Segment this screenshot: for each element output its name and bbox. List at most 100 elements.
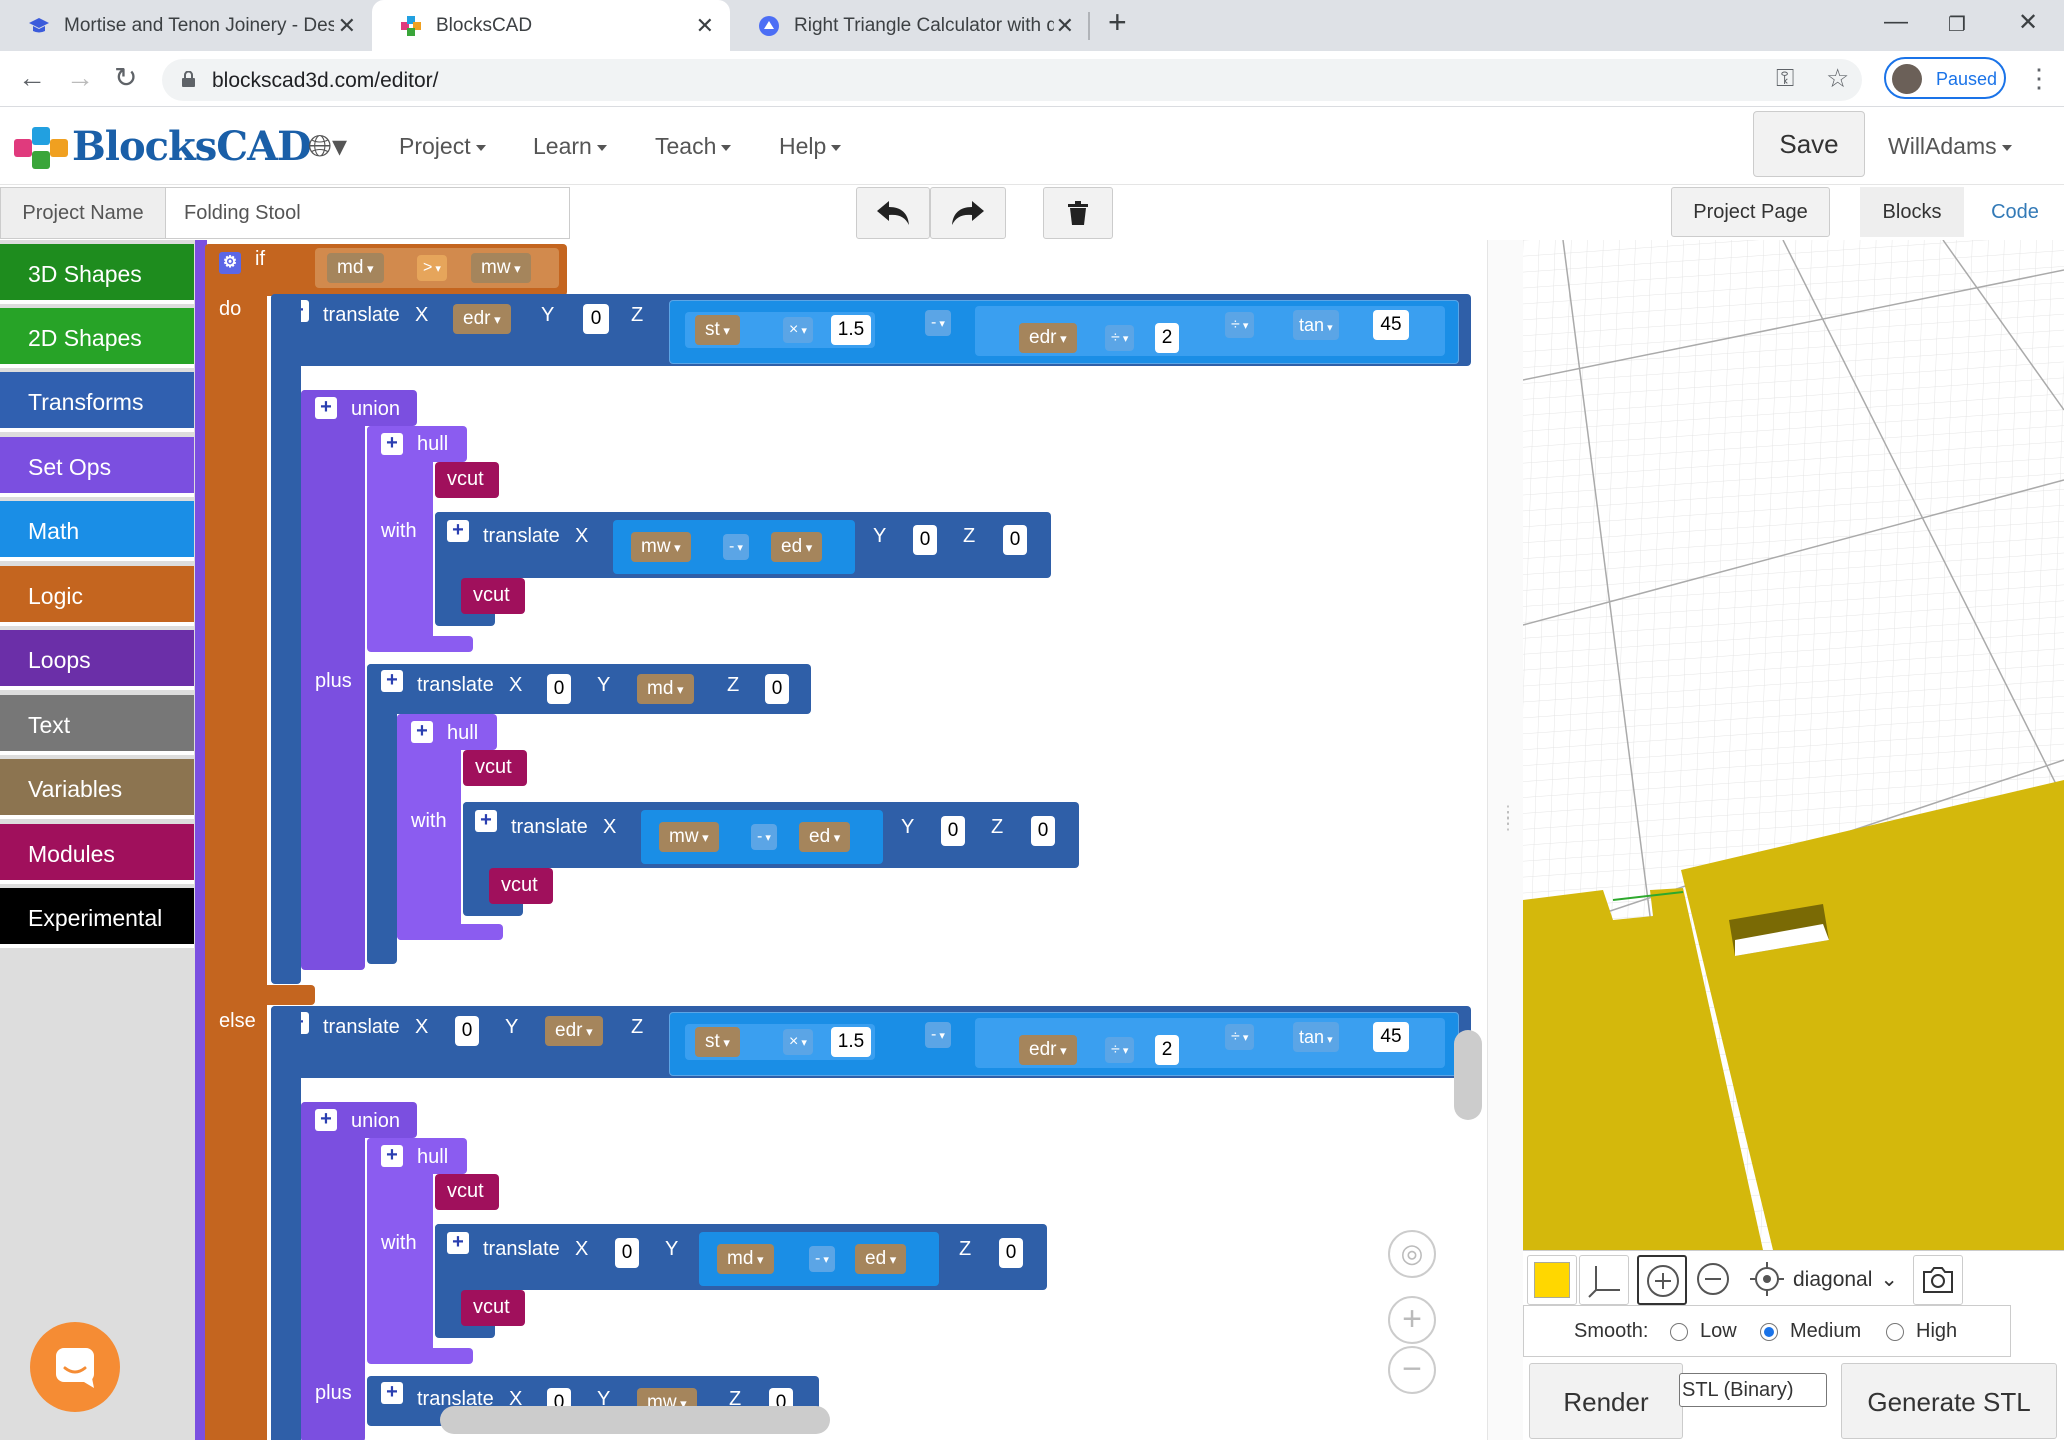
category-set-ops[interactable]: Set Ops	[0, 437, 194, 497]
expand-plus-icon[interactable]: +	[475, 810, 497, 832]
expand-plus-icon[interactable]: +	[315, 397, 337, 419]
menu-project[interactable]: Project	[399, 133, 486, 160]
tan-function[interactable]: tan	[1293, 1022, 1339, 1052]
number-field[interactable]: 0	[547, 674, 571, 704]
number-field[interactable]: 1.5	[831, 315, 871, 345]
delete-button[interactable]	[1043, 187, 1113, 239]
var-st[interactable]: st	[695, 1027, 740, 1057]
expand-plus-icon[interactable]: +	[381, 1382, 403, 1404]
more-menu-icon[interactable]: ⋮	[2026, 63, 2052, 93]
minus-operator[interactable]: -	[925, 1022, 951, 1048]
zoom-out-icon[interactable]: −	[1388, 1346, 1436, 1394]
category-math[interactable]: Math	[0, 501, 194, 561]
generate-stl-button[interactable]: Generate STL	[1841, 1363, 2057, 1439]
user-menu[interactable]: WillAdams	[1888, 133, 2012, 160]
var-md[interactable]: md	[327, 253, 384, 283]
tab-code[interactable]: Code	[1975, 187, 2055, 237]
multiply-operator[interactable]: ×	[783, 317, 813, 343]
close-tab-icon[interactable]: ✕	[1056, 13, 1074, 39]
star-icon[interactable]: ☆	[1826, 63, 1849, 94]
smooth-medium-radio[interactable]	[1760, 1323, 1778, 1341]
menu-learn[interactable]: Learn	[533, 133, 607, 160]
render-button[interactable]: Render	[1529, 1363, 1683, 1439]
reload-icon[interactable]: ↻	[114, 63, 137, 93]
restore-button[interactable]: ❐	[1948, 12, 1966, 37]
var-mw[interactable]: mw	[631, 532, 691, 562]
workspace-vertical-scrollbar[interactable]	[1454, 1030, 1482, 1120]
minus-operator[interactable]: -	[809, 1246, 835, 1272]
language-globe-icon[interactable]: 🌐︎▾	[308, 129, 347, 164]
number-field[interactable]: 2	[1155, 1035, 1179, 1065]
category-variables[interactable]: Variables	[0, 759, 194, 819]
address-bar[interactable]: blockscad3d.com/editor/ ⚿ ☆	[162, 59, 1862, 101]
close-window-button[interactable]: ✕	[2018, 8, 2038, 37]
var-edr[interactable]: edr	[1019, 1035, 1077, 1065]
smooth-low-radio[interactable]	[1670, 1323, 1688, 1341]
number-field[interactable]: 0	[1031, 816, 1055, 846]
screenshot-button[interactable]	[1913, 1255, 1963, 1305]
category-loops[interactable]: Loops	[0, 630, 194, 690]
back-arrow-icon[interactable]: ←	[18, 63, 46, 93]
project-name-input[interactable]: Folding Stool	[165, 187, 570, 239]
pane-resize-handle[interactable]: ⋮ ⋮ ⋮	[1487, 240, 1523, 1440]
forward-arrow-icon[interactable]: →	[66, 63, 94, 93]
number-field[interactable]: 2	[1155, 323, 1179, 353]
expand-plus-icon[interactable]: +	[447, 520, 469, 542]
minus-operator[interactable]: -	[925, 310, 951, 336]
project-page-button[interactable]: Project Page	[1671, 187, 1830, 237]
save-button[interactable]: Save	[1753, 111, 1865, 177]
close-tab-icon[interactable]: ✕	[338, 13, 356, 39]
number-field[interactable]: 0	[941, 816, 965, 846]
new-tab-button[interactable]: +	[1108, 4, 1127, 41]
var-edr[interactable]: edr	[545, 1016, 603, 1046]
number-field[interactable]: 45	[1373, 310, 1409, 340]
zoom-out-view-button[interactable]	[1689, 1255, 1739, 1305]
number-field[interactable]: 0	[583, 304, 609, 334]
export-format-select[interactable]: STL (Binary)	[1679, 1373, 1827, 1407]
expand-plus-icon[interactable]: +	[381, 670, 403, 692]
number-field[interactable]: 45	[1373, 1022, 1409, 1052]
multiply-operator[interactable]: ×	[783, 1029, 813, 1055]
close-tab-icon[interactable]: ✕	[696, 13, 714, 39]
category-transforms[interactable]: Transforms	[0, 372, 194, 432]
zoom-in-view-button[interactable]	[1637, 1255, 1687, 1305]
minus-operator[interactable]: -	[751, 824, 777, 850]
browser-tab-blockscad[interactable]: BlocksCAD ✕	[372, 0, 730, 51]
category-3d-shapes[interactable]: 3D Shapes	[0, 244, 194, 304]
tab-blocks[interactable]: Blocks	[1860, 187, 1964, 237]
number-field[interactable]: 0	[999, 1238, 1023, 1268]
number-field[interactable]: 0	[1003, 525, 1027, 555]
var-ed[interactable]: ed	[771, 532, 823, 562]
expand-plus-icon[interactable]: +	[381, 433, 403, 455]
expand-plus-icon[interactable]: +	[381, 1145, 403, 1167]
3d-viewer[interactable]	[1523, 240, 2064, 1250]
category-experimental[interactable]: Experimental	[0, 888, 194, 948]
var-st[interactable]: st	[695, 315, 740, 345]
var-mw[interactable]: mw	[471, 253, 531, 283]
number-field[interactable]: 0	[913, 525, 937, 555]
tan-function[interactable]: tan	[1293, 310, 1339, 340]
view-angle-select[interactable]: diagonal ⌄	[1793, 1259, 1903, 1301]
menu-teach[interactable]: Teach	[655, 133, 731, 160]
var-ed[interactable]: ed	[799, 822, 851, 852]
gear-icon[interactable]: ⚙	[219, 252, 241, 274]
number-field[interactable]: 0	[765, 674, 789, 704]
number-field[interactable]: 0	[455, 1016, 479, 1046]
var-edr[interactable]: edr	[1019, 323, 1077, 353]
number-field[interactable]: 0	[615, 1238, 639, 1268]
undo-button[interactable]	[856, 187, 930, 239]
category-text[interactable]: Text	[0, 695, 194, 755]
key-icon[interactable]: ⚿	[1776, 65, 1794, 93]
var-ed[interactable]: ed	[855, 1244, 907, 1274]
divide-operator[interactable]: ÷	[1225, 312, 1255, 338]
var-edr[interactable]: edr	[453, 304, 511, 334]
blocks-workspace[interactable]: ⚙ if do else md > mw + translate X edr Y…	[195, 240, 1487, 1440]
number-field[interactable]: 1.5	[831, 1027, 871, 1057]
divide-operator[interactable]: ÷	[1105, 325, 1135, 351]
chat-launcher-button[interactable]	[30, 1322, 120, 1412]
zoom-in-icon[interactable]: +	[1388, 1296, 1436, 1344]
divide-operator[interactable]: ÷	[1105, 1037, 1135, 1063]
redo-button[interactable]	[930, 187, 1006, 239]
expand-plus-icon[interactable]: +	[411, 721, 433, 743]
axes-toggle-button[interactable]	[1579, 1255, 1629, 1305]
